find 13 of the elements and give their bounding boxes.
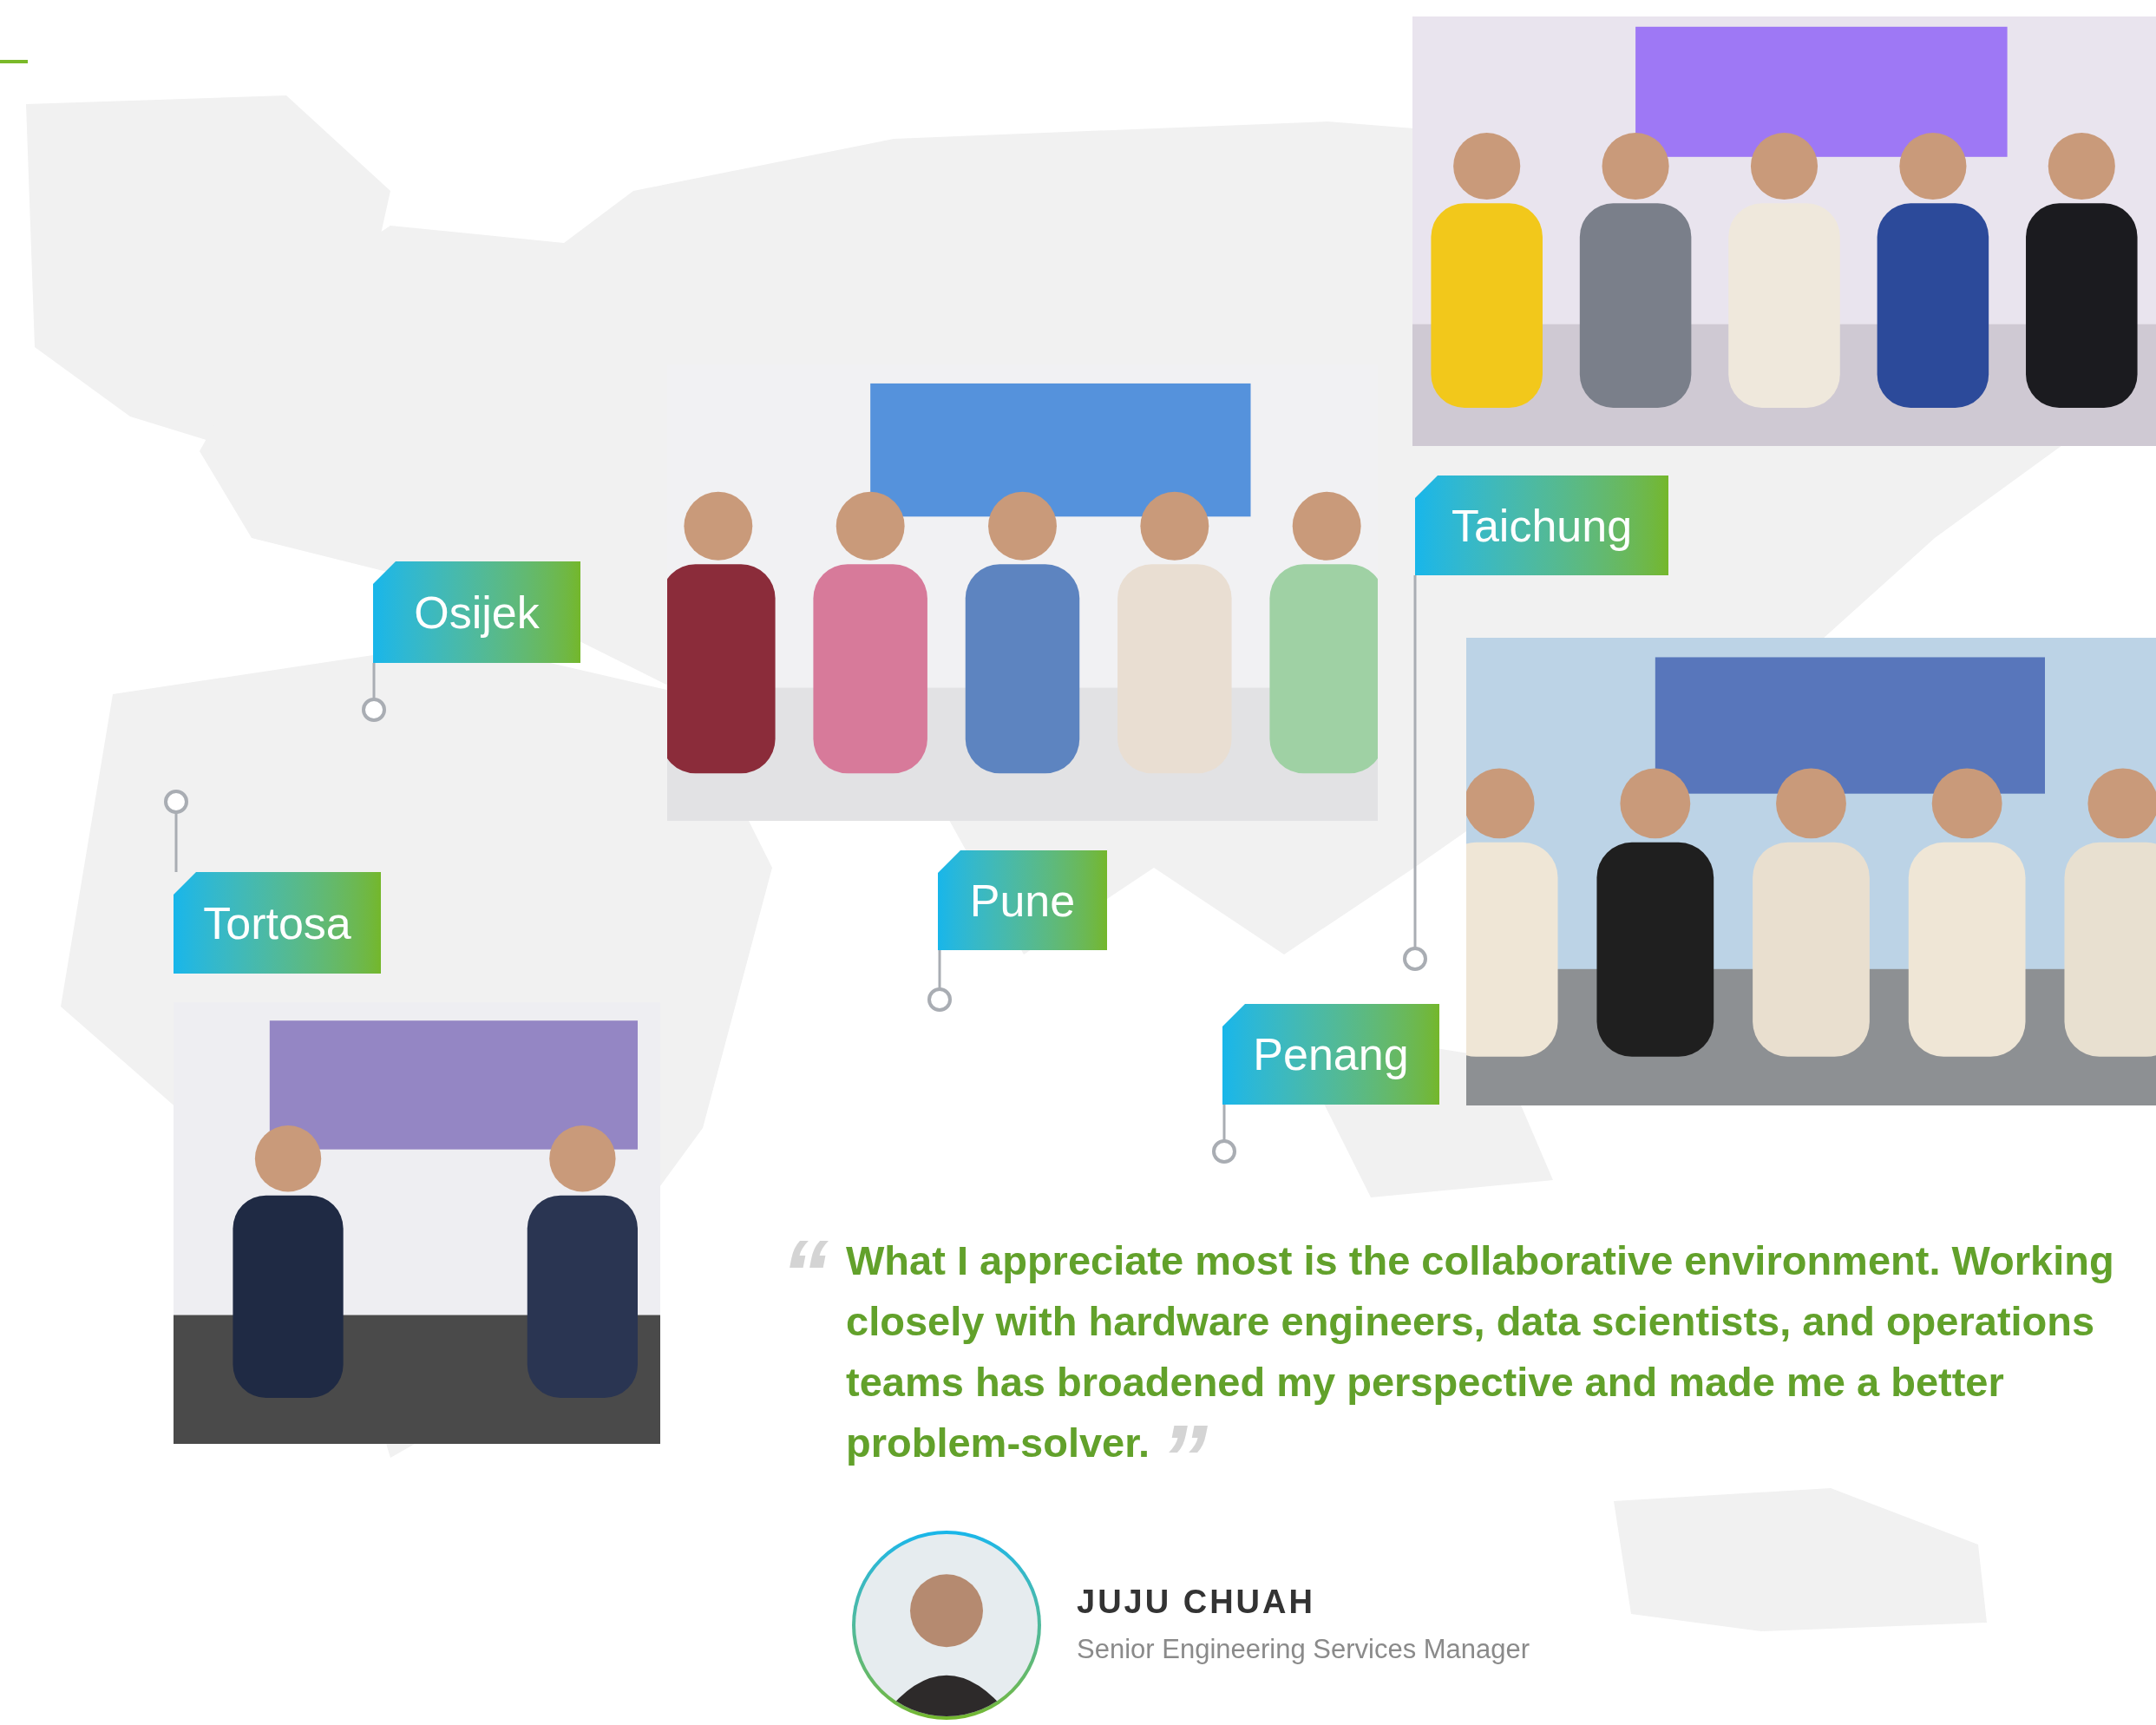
location-pin-icon bbox=[1402, 575, 1428, 972]
location-label: Pune bbox=[938, 850, 1107, 950]
location-pin-icon bbox=[361, 663, 387, 723]
location-pin-icon bbox=[1211, 1105, 1237, 1164]
author-name: JUJU CHUAH bbox=[1077, 1583, 1315, 1622]
location-label: Taichung bbox=[1415, 476, 1668, 575]
author-title: Senior Engineering Services Manager bbox=[1077, 1633, 1530, 1666]
location-label: Tortosa bbox=[174, 872, 381, 974]
location-label: Osijek bbox=[373, 561, 580, 663]
location-pin-icon bbox=[927, 950, 953, 1013]
location-pin-icon bbox=[163, 789, 189, 872]
location-label: Penang bbox=[1222, 1004, 1439, 1105]
open-quote-mark: “ bbox=[781, 1230, 829, 1328]
